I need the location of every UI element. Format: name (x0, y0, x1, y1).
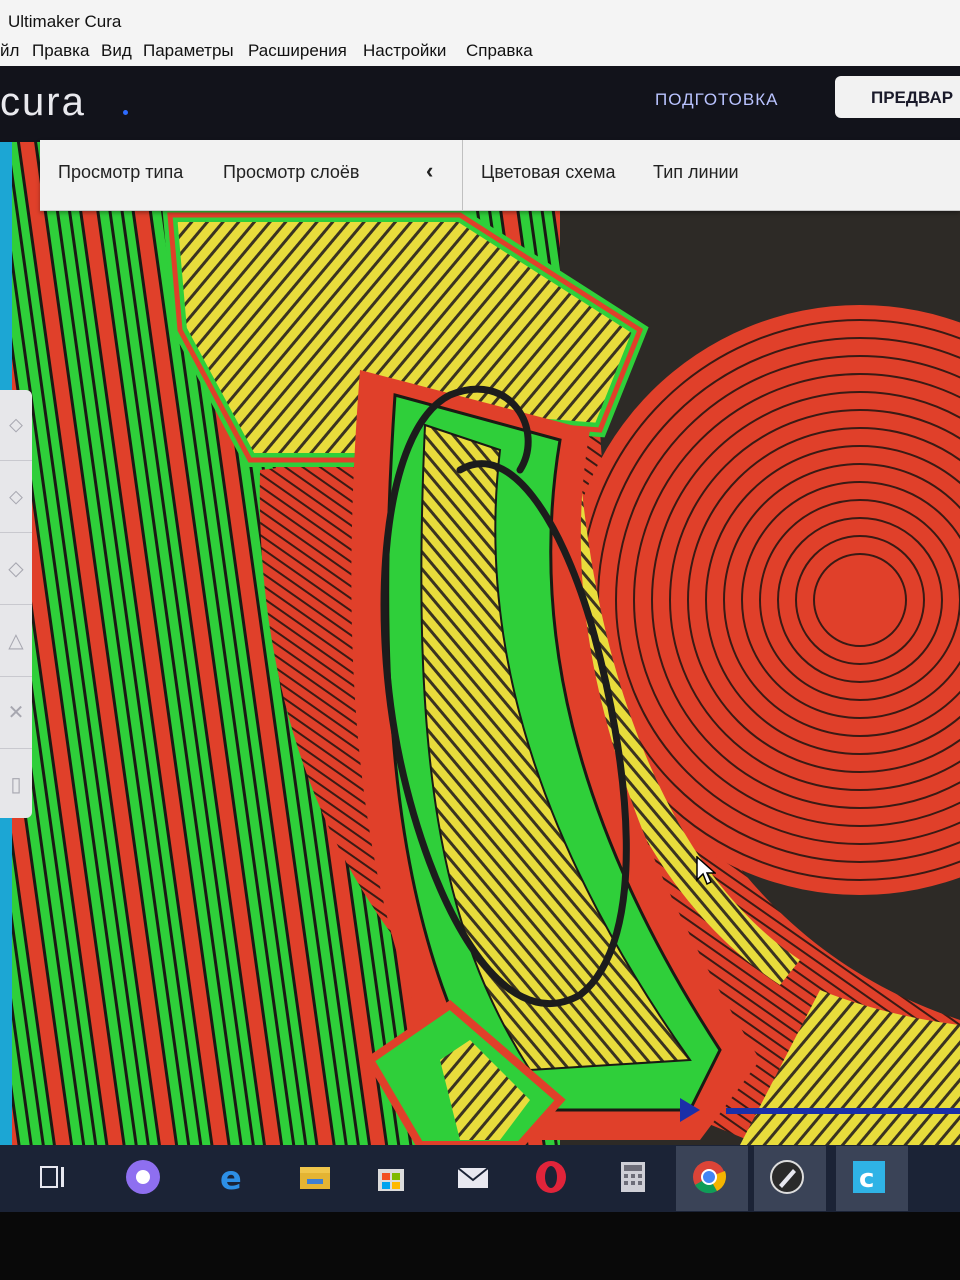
layer-view-viewport[interactable] (0, 142, 960, 1145)
taskbar-cura[interactable]: c (836, 1146, 908, 1211)
calculator-icon (621, 1162, 645, 1192)
chevron-left-icon[interactable]: ‹ (426, 158, 433, 184)
line-type-dropdown[interactable]: Тип линии (653, 162, 739, 183)
scale-tool-icon[interactable]: ⬦ (0, 462, 32, 533)
monitor-bezel (0, 1212, 960, 1280)
move-tool-icon[interactable]: ⬦ (0, 390, 32, 461)
mirror-tool-icon[interactable]: △ (0, 606, 32, 677)
inkscape-icon (770, 1160, 804, 1194)
play-icon[interactable] (680, 1098, 700, 1122)
taskbar-calculator[interactable] (600, 1146, 660, 1211)
alice-icon (126, 1160, 160, 1194)
taskbar-alice[interactable] (110, 1146, 170, 1211)
store-icon (378, 1169, 404, 1191)
stage-prepare-tab[interactable]: ПОДГОТОВКА (655, 90, 778, 110)
view-toolbar: Просмотр типа Просмотр слоёв ‹ Цветовая … (40, 140, 960, 211)
app-header (0, 66, 960, 142)
layer-timeline-slider[interactable] (726, 1108, 960, 1114)
menu-bar: йл Правка Вид Параметры Расширения Настр… (0, 38, 960, 67)
explorer-icon (300, 1167, 330, 1189)
taskbar-inkscape[interactable] (754, 1146, 826, 1211)
stage-preview-tab[interactable]: ПРЕДВАР (835, 76, 960, 118)
chrome-icon (693, 1161, 727, 1194)
cura-icon: c (853, 1161, 885, 1194)
menu-preferences[interactable]: Настройки (363, 41, 446, 61)
taskbar-store[interactable] (358, 1146, 418, 1211)
svg-text:e: e (220, 1159, 242, 1195)
mouse-cursor-icon (696, 856, 716, 886)
taskbar-mail[interactable] (440, 1146, 500, 1211)
cura-logo: cura (0, 80, 86, 124)
taskbar-edge[interactable]: e (200, 1146, 260, 1211)
toolbar-divider (462, 140, 463, 210)
menu-edit[interactable]: Правка (32, 41, 89, 61)
logo-dot (123, 110, 128, 115)
rotate-tool-icon[interactable]: ◇ (0, 534, 32, 605)
per-model-tool-icon[interactable]: ✕ (0, 678, 32, 749)
window-titlebar: Ultimaker Cura (0, 0, 960, 40)
opera-icon (536, 1161, 566, 1193)
menu-file[interactable]: йл (0, 41, 19, 61)
window-title: Ultimaker Cura (8, 12, 122, 31)
menu-view[interactable]: Вид (101, 41, 132, 61)
tool-panel: ⬦ ⬦ ◇ △ ✕ ▯ (0, 390, 32, 818)
svg-text:c: c (859, 1164, 874, 1194)
mail-icon (457, 1167, 489, 1188)
view-type-label[interactable]: Просмотр типа (58, 162, 183, 183)
task-view-icon (40, 1166, 64, 1188)
edge-icon: e (220, 1159, 242, 1195)
taskbar-chrome[interactable] (676, 1146, 748, 1211)
menu-help[interactable]: Справка (466, 41, 533, 61)
menu-extensions[interactable]: Расширения (248, 41, 347, 61)
color-scheme-label: Цветовая схема (481, 162, 616, 182)
stage-preview-label: ПРЕДВАР (871, 88, 954, 107)
taskbar-explorer[interactable] (282, 1146, 342, 1211)
taskbar-opera[interactable] (518, 1146, 578, 1211)
support-tool-icon[interactable]: ▯ (0, 750, 32, 820)
menu-settings[interactable]: Параметры (143, 41, 234, 61)
view-layers-label[interactable]: Просмотр слоёв (223, 162, 360, 183)
layer-preview-canvas (0, 142, 960, 1145)
taskbar-task-view[interactable] (20, 1146, 80, 1211)
